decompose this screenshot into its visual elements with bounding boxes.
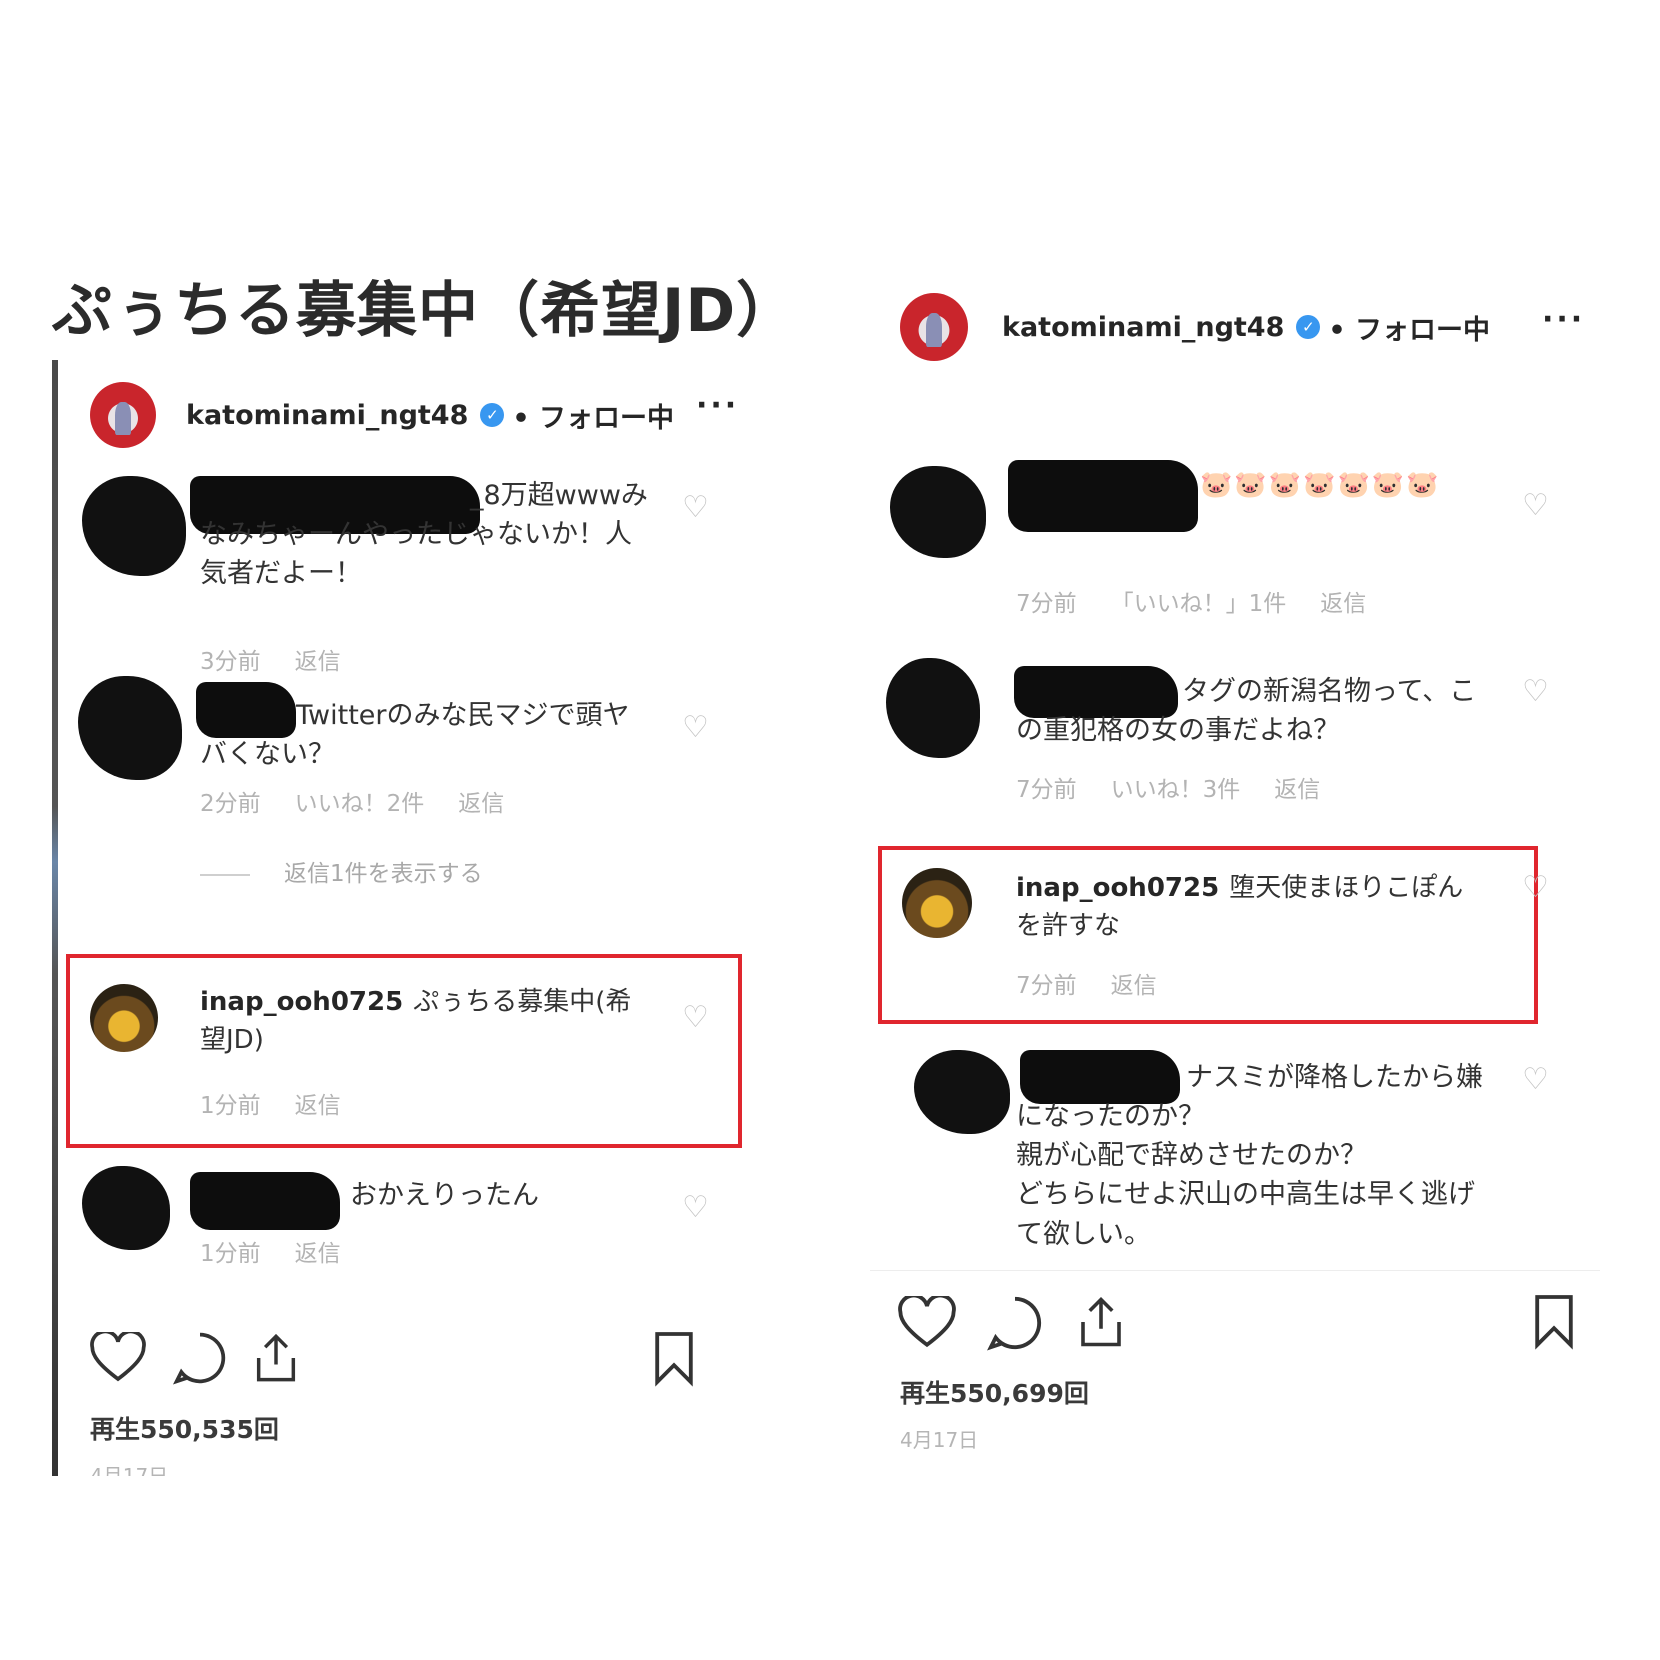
comment-text: inap_ooh0725 堕天使まほりこぽんを許すな (1016, 870, 1486, 945)
more-options-icon[interactable]: ··· (696, 388, 739, 423)
comment-text: おかえりったん (350, 1180, 539, 1211)
like-count[interactable]: 「いいね！」1件 (1111, 591, 1287, 617)
comment-time: 2分前 (200, 791, 261, 817)
bookmark-icon[interactable] (1530, 1290, 1578, 1352)
comment-meta: 2分前 いいね！2件 返信 (200, 784, 538, 818)
view-count: 再生550,535回 (90, 1415, 279, 1444)
comment-time: 1分前 (200, 1241, 261, 1267)
comment-meta: 1分前 返信 (200, 1086, 375, 1120)
like-count[interactable]: いいね！2件 (295, 791, 425, 817)
comment-meta: 7分前 返信 (1016, 966, 1191, 1000)
comment-like-heart-icon[interactable]: ♡ (1522, 488, 1549, 523)
comment-text: Twitterのみな民マジで頭ヤバくない？ (200, 700, 630, 771)
account-name[interactable]: katominami_ngt48 (186, 400, 468, 431)
headline: ぷぅちる募集中（希望JD） (52, 276, 798, 346)
commenter-avatar[interactable] (90, 984, 158, 1052)
post-header: katominami_ngt48 ✓ • フォロー中 (90, 380, 674, 450)
post-header: katominami_ngt48 ✓ • フォロー中 (900, 292, 1490, 362)
comment-time: 7分前 (1016, 591, 1077, 617)
share-icon[interactable] (250, 1330, 302, 1386)
more-options-icon[interactable]: ··· (1542, 302, 1585, 337)
panel-edge-strip (52, 360, 58, 1476)
commenter-avatar[interactable] (78, 676, 182, 780)
post-date: 4月17日 (90, 1464, 169, 1476)
comment-time: 1分前 (200, 1093, 261, 1119)
commenter-avatar[interactable] (902, 868, 972, 938)
reply-link[interactable]: 返信 (1111, 973, 1157, 999)
comment-like-heart-icon[interactable]: ♡ (1522, 674, 1549, 709)
comment-meta: 7分前 「いいね！」1件 返信 (1016, 584, 1400, 618)
redaction-mark (190, 1172, 340, 1230)
verified-badge-icon: ✓ (1296, 315, 1321, 339)
reply-link[interactable]: 返信 (458, 791, 504, 817)
comment-text: 🐷🐷🐷🐷🐷🐷🐷 (1200, 470, 1441, 500)
account-avatar[interactable] (900, 293, 968, 361)
heart-icon[interactable] (90, 1332, 146, 1384)
comment-like-heart-icon[interactable]: ♡ (682, 710, 709, 745)
comment-time: 7分前 (1016, 973, 1077, 999)
left-post-panel: katominami_ngt48 ✓ • フォロー中 ··· _8万超wwwみな… (60, 380, 750, 1476)
reply-link[interactable]: 返信 (295, 649, 341, 675)
follow-status[interactable]: • フォロー中 (512, 396, 674, 435)
reply-link[interactable]: 返信 (295, 1241, 341, 1267)
comment-like-heart-icon[interactable]: ♡ (1522, 870, 1549, 905)
like-count[interactable]: いいね！3件 (1111, 777, 1241, 803)
follow-status[interactable]: • フォロー中 (1328, 308, 1490, 347)
bookmark-icon[interactable] (650, 1328, 698, 1388)
commenter-avatar[interactable] (890, 466, 986, 558)
comment-meta: 7分前 いいね！3件 返信 (1016, 770, 1354, 804)
comment-icon[interactable] (986, 1294, 1044, 1352)
comment-username[interactable]: inap_ooh0725 (1016, 873, 1219, 903)
reply-link[interactable]: 返信 (1320, 591, 1366, 617)
commenter-avatar[interactable] (914, 1050, 1010, 1134)
comment-text: タグの新潟名物って、この重犯格の女の事だよね？ (1016, 676, 1477, 747)
comment-meta: 1分前 返信 (200, 1234, 375, 1268)
account-name[interactable]: katominami_ngt48 (1002, 312, 1284, 343)
commenter-avatar[interactable] (886, 658, 980, 758)
comment-like-heart-icon[interactable]: ♡ (682, 490, 709, 525)
show-replies-link[interactable]: 返信1件を表示する (200, 854, 483, 888)
account-avatar[interactable] (90, 382, 156, 448)
comment-like-heart-icon[interactable]: ♡ (1522, 1062, 1549, 1097)
comment-text: inap_ooh0725 ぷぅちる募集中(希望JD) (200, 984, 640, 1059)
comment-text: _8万超wwwみなみちゃーんやったじゃないか！人気者だよー！ (200, 480, 648, 590)
comment-time: 7分前 (1016, 777, 1077, 803)
heart-icon[interactable] (898, 1296, 956, 1350)
view-count: 再生550,699回 (900, 1379, 1089, 1408)
comment-time: 3分前 (200, 649, 261, 675)
comment-icon[interactable] (172, 1330, 228, 1386)
commenter-avatar[interactable] (82, 1166, 170, 1250)
section-divider (870, 1270, 1600, 1271)
reply-link[interactable]: 返信 (295, 1093, 341, 1119)
comment-like-heart-icon[interactable]: ♡ (682, 1000, 709, 1035)
commenter-avatar[interactable] (82, 476, 186, 576)
redaction-mark (1008, 460, 1198, 532)
right-post-panel: katominami_ngt48 ✓ • フォロー中 ··· 🐷🐷🐷🐷🐷🐷🐷 ♡… (870, 290, 1600, 1470)
post-date: 4月17日 (900, 1428, 979, 1452)
verified-badge-icon: ✓ (480, 403, 505, 427)
comment-like-heart-icon[interactable]: ♡ (682, 1190, 709, 1225)
share-icon[interactable] (1074, 1292, 1128, 1352)
comment-username[interactable]: inap_ooh0725 (200, 987, 403, 1017)
comment-text: ナスミが降格したから嫌になったのか？ 親が心配で辞めさせたのか？ どちらにせよ沢… (1016, 1062, 1483, 1250)
reply-link[interactable]: 返信 (1274, 777, 1320, 803)
comment-meta: 3分前 返信 (200, 642, 375, 676)
